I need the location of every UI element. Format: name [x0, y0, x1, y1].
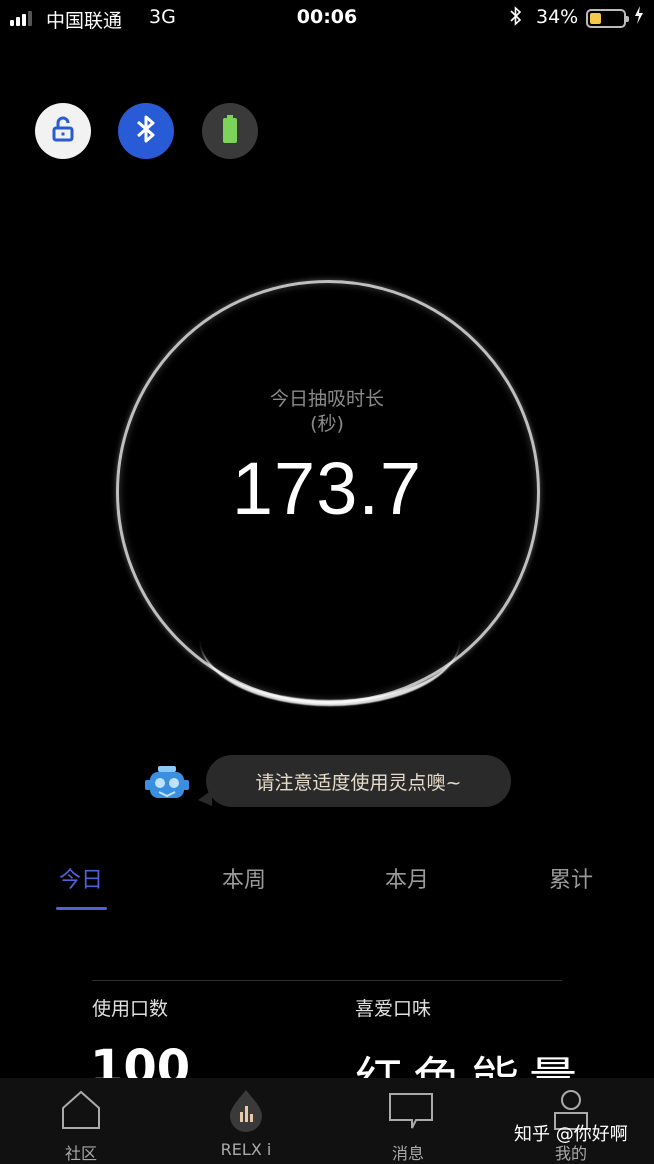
battery-fill: [590, 13, 601, 24]
nav-messages[interactable]: 消息: [348, 1078, 468, 1164]
message-icon: [388, 1088, 433, 1132]
battery-icon: [222, 115, 238, 147]
nav-community-label: 社区: [64, 1144, 97, 1163]
bluetooth-icon: [510, 6, 522, 31]
period-tabs: 今日 本周 本月 累计: [0, 862, 654, 912]
tip-text: 请注意适度使用灵点噢~: [255, 771, 462, 794]
gauge-value: 173.7: [231, 447, 423, 530]
charging-icon: [634, 6, 644, 29]
puffs-label: 使用口数: [92, 998, 169, 1020]
unlock-button[interactable]: [35, 103, 91, 159]
gauge-title: 今日抽吸时长: [269, 388, 384, 410]
tab-week[interactable]: 本周: [204, 862, 284, 894]
gauge-unit: (秒): [310, 413, 344, 435]
usage-ring-highlight: [200, 640, 460, 706]
bluetooth-button[interactable]: [118, 103, 174, 159]
tip-bubble: 请注意适度使用灵点噢~: [206, 755, 511, 807]
nav-relx[interactable]: RELX i: [186, 1078, 306, 1164]
battery-percent: 34%: [536, 6, 579, 28]
home-icon: [61, 1088, 101, 1132]
flavor-label: 喜爱口味: [355, 998, 432, 1020]
battery-icon: [586, 9, 629, 28]
unlock-icon: [52, 116, 74, 146]
nav-community[interactable]: 社区: [21, 1078, 141, 1164]
status-bar: 中国联通 3G 00:06 34%: [0, 0, 654, 38]
bluetooth-icon: [136, 114, 156, 148]
relx-drop-icon: [226, 1088, 266, 1132]
device-battery-button[interactable]: [202, 103, 258, 159]
robot-mascot-icon: [144, 764, 190, 804]
active-tab-indicator: [56, 907, 107, 910]
nav-relx-label: RELX i: [220, 1140, 272, 1159]
watermark: 知乎 @你好啊: [514, 1124, 628, 1145]
stats-divider: [92, 980, 562, 981]
gauge-label: 今日抽吸时长 (秒): [0, 387, 654, 437]
tab-month[interactable]: 本月: [367, 862, 447, 894]
tab-total[interactable]: 累计: [531, 862, 611, 894]
tab-today[interactable]: 今日: [41, 862, 121, 894]
nav-messages-label: 消息: [391, 1144, 424, 1163]
